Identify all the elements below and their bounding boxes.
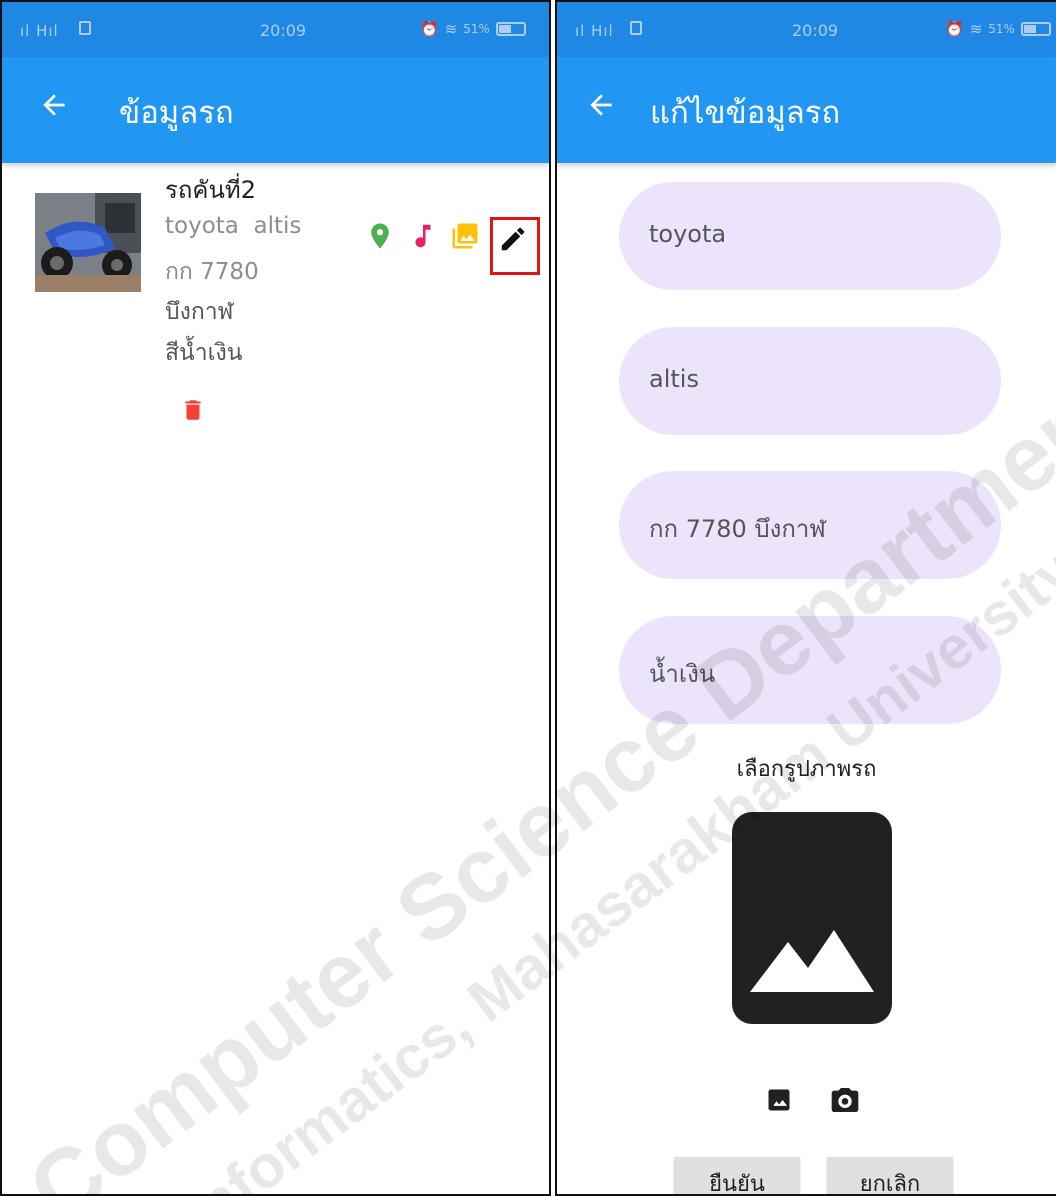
back-arrow-icon[interactable]	[38, 89, 70, 121]
app-bar: แก้ไขข้อมูลรถ	[557, 57, 1056, 163]
page-title: แก้ไขข้อมูลรถ	[650, 95, 841, 131]
signal-indicator: ıl Hıl	[20, 22, 59, 40]
alarm-icon: ⏰	[420, 20, 439, 38]
battery-percent: 51%	[463, 22, 490, 36]
alarm-icon: ⏰	[945, 20, 964, 38]
signal-indicator: ıl Hıl	[575, 22, 614, 40]
car-color: สีน้ำเงิน	[165, 340, 243, 366]
clock-time: 20:09	[260, 21, 307, 40]
image-placeholder[interactable]	[732, 812, 892, 1024]
plate-field[interactable]: กก 7780 บึงกาฬ	[619, 471, 1001, 579]
photo-library-icon[interactable]	[450, 218, 480, 254]
back-arrow-icon[interactable]	[585, 89, 617, 121]
color-value: น้ำเงิน	[649, 660, 716, 688]
brand-value: toyota	[649, 220, 727, 248]
delete-trash-icon[interactable]	[180, 392, 206, 428]
app-bar: ข้อมูลรถ	[2, 57, 549, 163]
car-model: toyota altis	[165, 213, 302, 239]
plate-value: กก 7780 บึงกาฬ	[649, 515, 826, 543]
landscape-image-icon	[750, 930, 874, 992]
wifi-icon: ≋	[969, 20, 983, 38]
battery-icon	[1020, 22, 1051, 36]
screenshot-canvas: ıl Hıl 20:09 ⏰ ≋ 51% ข้อมูลรถ รถคันที่2 …	[0, 0, 1056, 1196]
clock-time: 20:09	[792, 21, 839, 40]
sim-icon	[630, 21, 642, 35]
wifi-icon: ≋	[444, 20, 458, 38]
pick-image-label: เลือกรูปภาพรถ	[736, 757, 877, 782]
status-icons: ⏰ ≋ 51%	[945, 20, 1051, 38]
page-title: ข้อมูลรถ	[119, 95, 234, 131]
gallery-icon[interactable]	[765, 1083, 793, 1117]
car-info-screen: ıl Hıl 20:09 ⏰ ≋ 51% ข้อมูลรถ รถคันที่2 …	[0, 0, 551, 1196]
model-field[interactable]: altis	[619, 327, 1001, 435]
status-bar: ıl Hıl 20:09 ⏰ ≋ 51%	[557, 2, 1056, 57]
cancel-button[interactable]: ยกเลิก	[827, 1157, 953, 1194]
location-pin-icon[interactable]	[365, 218, 395, 254]
sim-icon	[79, 21, 91, 35]
color-field[interactable]: น้ำเงิน	[619, 616, 1001, 724]
car-name: รถคันที่2	[165, 176, 256, 204]
battery-icon	[495, 22, 526, 36]
edit-car-screen: ıl Hıl 20:09 ⏰ ≋ 51% แก้ไขข้อมูลรถ toyot…	[555, 0, 1056, 1196]
camera-icon[interactable]	[829, 1083, 861, 1117]
car-plate: กก 7780	[165, 259, 259, 285]
battery-percent: 51%	[988, 22, 1015, 36]
brand-field[interactable]: toyota	[619, 182, 1001, 290]
status-bar: ıl Hıl 20:09 ⏰ ≋ 51%	[2, 2, 549, 57]
status-icons: ⏰ ≋ 51%	[420, 20, 526, 38]
edit-pencil-icon[interactable]	[498, 221, 528, 257]
car-thumbnail[interactable]	[35, 193, 141, 292]
confirm-button[interactable]: ยืนยัน	[674, 1157, 800, 1194]
music-note-icon[interactable]	[408, 218, 438, 254]
car-province: บึงกาฬ	[165, 299, 234, 325]
model-value: altis	[649, 365, 699, 393]
